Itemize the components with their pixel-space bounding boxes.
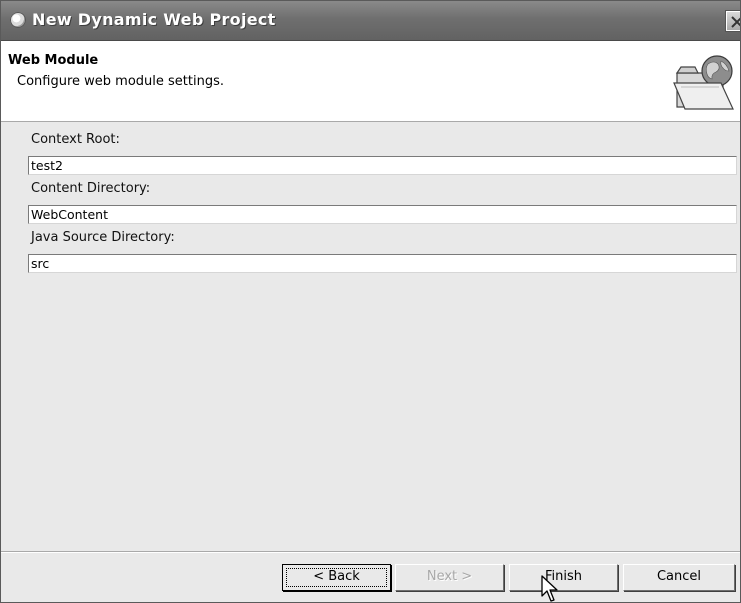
web-module-form: Context Root: Content Directory: Java So… — [1, 122, 740, 552]
mouse-pointer-icon — [541, 575, 558, 602]
close-button[interactable] — [726, 11, 740, 31]
wizard-header: Web Module Configure web module settings… — [1, 41, 740, 122]
close-icon — [731, 16, 740, 28]
back-button-label: < Back — [313, 569, 360, 584]
back-button[interactable]: < Back — [282, 564, 391, 591]
cancel-button-label: Cancel — [656, 569, 702, 584]
context-root-label: Context Root: — [31, 132, 120, 147]
java-source-directory-label: Java Source Directory: — [31, 230, 175, 245]
web-folder-globe-icon — [673, 55, 734, 110]
content-directory-label: Content Directory: — [31, 181, 151, 196]
title-bar[interactable]: New Dynamic Web Project — [1, 1, 740, 41]
content-directory-field[interactable] — [28, 205, 737, 224]
context-root-field[interactable] — [28, 156, 737, 175]
dialog-window: New Dynamic Web Project Web Module Confi… — [0, 0, 741, 603]
next-button-label: Next > — [426, 569, 473, 584]
eclipse-icon — [10, 12, 26, 28]
next-button[interactable]: Next > — [395, 564, 504, 591]
cancel-button[interactable]: Cancel — [623, 564, 735, 591]
java-source-directory-field[interactable] — [28, 254, 737, 273]
page-heading: Web Module — [8, 53, 99, 68]
window-title: New Dynamic Web Project — [32, 10, 276, 29]
button-bar-separator — [1, 551, 740, 553]
finish-button[interactable]: Finish — [509, 564, 618, 591]
page-description: Configure web module settings. — [17, 74, 224, 89]
